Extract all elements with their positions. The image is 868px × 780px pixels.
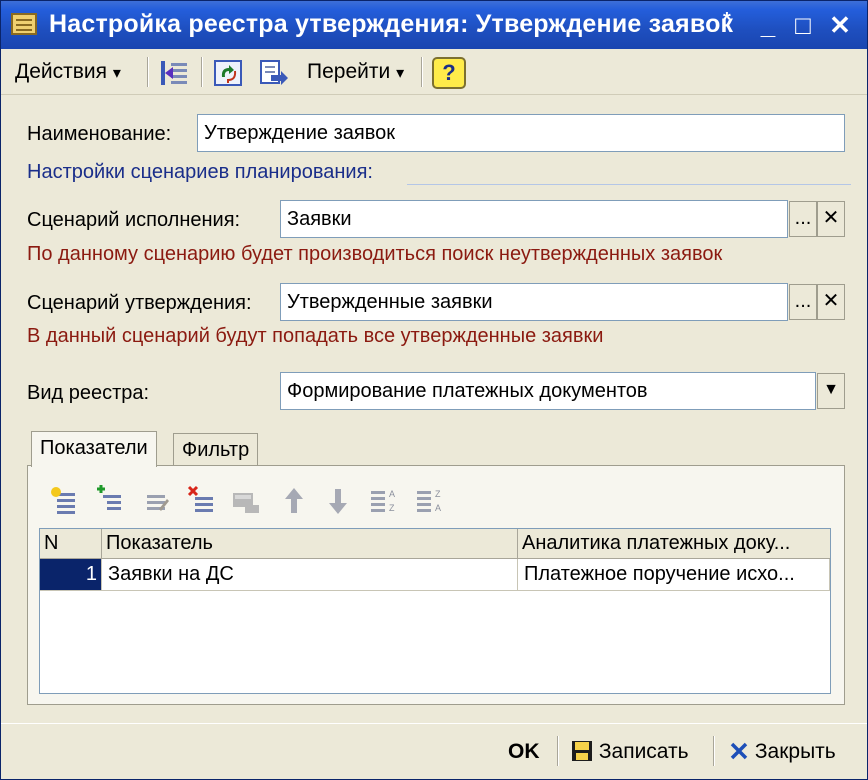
svg-text:A: A xyxy=(389,489,395,499)
go-to-document-icon[interactable] xyxy=(257,59,289,87)
footer-separator xyxy=(713,736,715,766)
approve-scenario-hint: В данный сценарий будут попадать все утв… xyxy=(27,325,604,347)
approve-scenario-select-button[interactable]: ... xyxy=(789,284,817,320)
column-header-n[interactable]: N xyxy=(40,529,102,559)
chevron-down-icon: ▾ xyxy=(112,65,121,82)
registry-document-icon xyxy=(11,13,37,35)
column-header-indicator[interactable]: Показатель xyxy=(102,529,518,559)
modified-marker: * xyxy=(723,9,731,31)
delete-icon[interactable] xyxy=(187,485,217,517)
exec-scenario-field[interactable]: Заявки xyxy=(280,200,788,238)
goto-menu-label: Перейти xyxy=(307,60,391,83)
footer-separator xyxy=(557,736,559,766)
toolbar-separator xyxy=(147,57,149,87)
exec-scenario-clear-button[interactable]: ✕ xyxy=(817,201,845,237)
refresh-icon[interactable] xyxy=(213,59,245,87)
svg-text:Z: Z xyxy=(389,503,395,513)
ok-button[interactable]: OK xyxy=(508,738,540,766)
registry-type-dropdown-button[interactable]: ▼ xyxy=(817,373,845,409)
toolbar: Действия ▾ Перейти ▾ ? xyxy=(1,49,867,95)
add-icon[interactable] xyxy=(49,485,79,517)
actions-menu-label: Действия xyxy=(15,60,108,83)
column-header-analytics[interactable]: Аналитика платежных доку... xyxy=(518,529,830,559)
indicators-table[interactable]: N Показатель Аналитика платежных доку...… xyxy=(39,528,831,694)
registry-type-label: Вид реестра: xyxy=(27,382,150,404)
name-field[interactable]: Утверждение заявок xyxy=(197,114,845,152)
maximize-button[interactable]: □ xyxy=(788,11,818,41)
actions-menu[interactable]: Действия ▾ xyxy=(15,57,121,87)
toolbar-separator xyxy=(201,57,203,87)
registry-type-select[interactable]: Формирование платежных документов xyxy=(280,372,816,410)
sort-desc-icon[interactable]: Z A xyxy=(415,485,445,517)
table-cell-n[interactable]: 1 xyxy=(40,559,102,591)
exec-scenario-select-button[interactable]: ... xyxy=(789,201,817,237)
floppy-disk-icon xyxy=(572,741,592,761)
exec-scenario-label: Сценарий исполнения: xyxy=(27,209,241,231)
copy-icon[interactable] xyxy=(231,485,261,517)
close-button-label: Закрыть xyxy=(754,740,836,763)
toolbar-separator xyxy=(421,57,423,87)
exec-scenario-hint: По данному сценарию будет производиться … xyxy=(27,243,723,265)
chevron-down-icon: ▾ xyxy=(396,65,405,82)
select-from-list-icon[interactable] xyxy=(159,59,191,87)
save-button-label: Записать xyxy=(598,740,689,763)
add-child-icon[interactable] xyxy=(95,485,125,517)
tab-indicators[interactable]: Показатели xyxy=(31,431,157,467)
group-divider xyxy=(407,184,851,185)
save-button[interactable]: Записать xyxy=(571,738,689,766)
svg-text:A: A xyxy=(435,503,441,513)
planning-settings-heading: Настройки сценариев планирования: xyxy=(27,161,373,183)
svg-text:Z: Z xyxy=(435,489,441,499)
goto-menu[interactable]: Перейти ▾ xyxy=(307,57,404,87)
sort-asc-icon[interactable]: A Z xyxy=(369,485,399,517)
close-window-button[interactable]: ✕ xyxy=(825,11,855,41)
move-up-icon[interactable] xyxy=(279,485,309,517)
approve-scenario-field[interactable]: Утвержденные заявки xyxy=(280,283,788,321)
approve-scenario-clear-button[interactable]: ✕ xyxy=(817,284,845,320)
edit-icon[interactable] xyxy=(141,485,171,517)
table-cell-analytics[interactable]: Платежное поручение исхо... xyxy=(518,559,830,591)
footer-bar: OK Записать Закрыть xyxy=(1,723,867,779)
minimize-button[interactable]: _ xyxy=(753,11,783,41)
move-down-icon[interactable] xyxy=(323,485,353,517)
help-button[interactable]: ? xyxy=(432,57,466,89)
title-bar[interactable]: Настройка реестра утверждения: Утвержден… xyxy=(1,1,867,49)
window-title: Настройка реестра утверждения: Утвержден… xyxy=(49,10,734,38)
settings-window: Настройка реестра утверждения: Утвержден… xyxy=(0,0,868,780)
table-cell-indicator[interactable]: Заявки на ДС xyxy=(102,559,518,591)
tab-filter[interactable]: Фильтр xyxy=(173,433,259,467)
name-label: Наименование: xyxy=(27,123,172,145)
approve-scenario-label: Сценарий утверждения: xyxy=(27,292,252,314)
close-icon xyxy=(730,742,748,760)
close-button[interactable]: Закрыть xyxy=(729,738,836,766)
